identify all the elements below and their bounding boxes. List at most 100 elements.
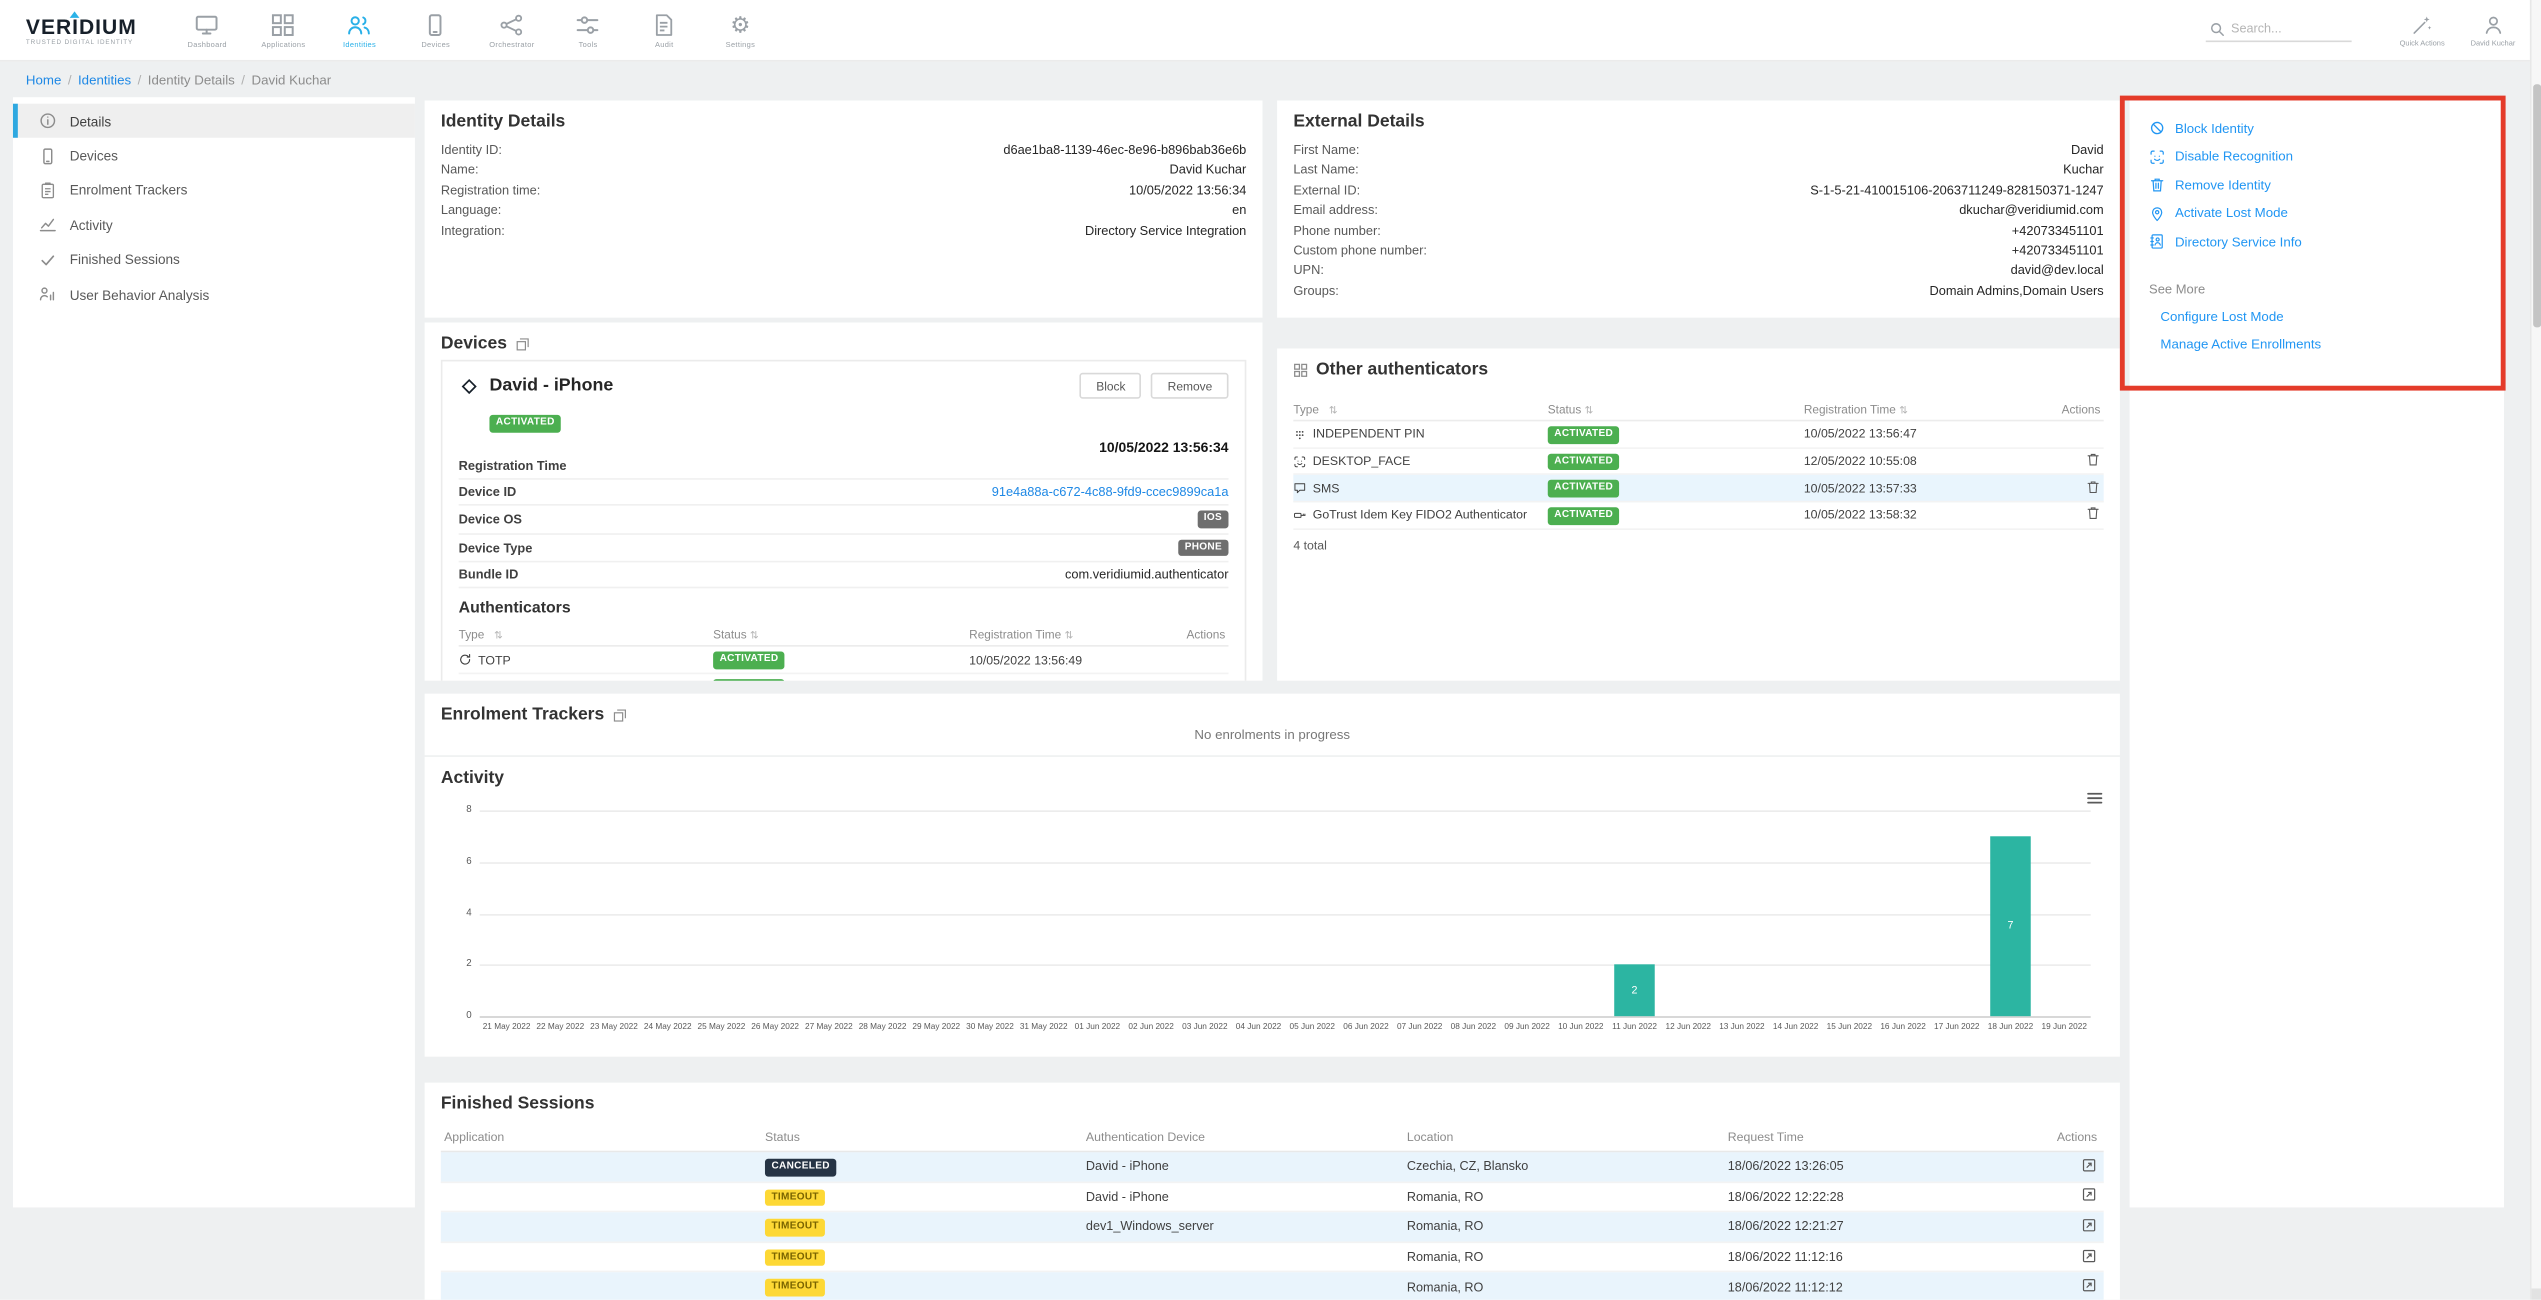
activate-lost-mode-link[interactable]: Activate Lost Mode <box>2149 205 2484 221</box>
nav-item-applications[interactable]: Applications <box>245 0 321 60</box>
external-detail-row: Email address:dkuchar@veridiumid.com <box>1293 201 2103 221</box>
x-axis-tick: 26 May 2022 <box>748 1023 802 1033</box>
search-icon[interactable] <box>2208 20 2224 36</box>
session-status-badge: TIMEOUT <box>765 1279 825 1296</box>
search-input[interactable] <box>2231 21 2348 36</box>
nav-item-identities[interactable]: Identities <box>321 0 397 60</box>
expand-icon[interactable] <box>612 707 627 722</box>
sidebar-item-activity[interactable]: Activity <box>13 208 415 243</box>
status-badge: ACTIVATED <box>1548 507 1620 524</box>
nav-label: Tools <box>579 40 598 48</box>
session-row: TIMEOUT David - iPhone Romania, RO 18/06… <box>441 1182 2104 1212</box>
sort-icon[interactable]: ⇅ <box>1585 405 1594 416</box>
device-id-link[interactable]: 91e4a88a-c672-4c88-9fd9-ccec9899ca1a <box>992 485 1229 500</box>
nav-item-settings[interactable]: ⚙ Settings <box>702 0 778 60</box>
authenticator-row: SMS ACTIVATED 10/05/2022 13:57:33 <box>1293 475 2103 502</box>
chart-menu-icon[interactable] <box>2086 789 2104 807</box>
session-detail-icon[interactable] <box>2081 1187 2097 1203</box>
tools-icon <box>576 12 600 36</box>
settings-gear-icon: ⚙ <box>730 12 750 36</box>
x-axis-tick: 21 May 2022 <box>480 1023 534 1033</box>
x-axis-tick: 03 Jun 2022 <box>1178 1023 1232 1033</box>
sidebar-item-finished-sessions[interactable]: Finished Sessions <box>13 242 415 277</box>
remove-identity-link[interactable]: Remove Identity <box>2149 177 2484 193</box>
session-status-badge: CANCELED <box>765 1159 836 1176</box>
session-row: TIMEOUT Romania, RO 18/06/2022 11:12:12 <box>441 1273 2104 1300</box>
sidebar-item-devices[interactable]: Devices <box>13 138 415 173</box>
activity-bar[interactable]: 7 <box>1990 836 2031 1016</box>
sidebar-item-details[interactable]: Details <box>13 104 415 139</box>
nav-item-dashboard[interactable]: Dashboard <box>169 0 245 60</box>
device-id-row: Device ID 91e4a88a-c672-4c88-9fd9-ccec98… <box>459 480 1229 506</box>
session-detail-icon[interactable] <box>2081 1157 2097 1173</box>
device-type-row: Device Type PHONE <box>459 534 1229 563</box>
external-detail-row: Custom phone number:+420733451101 <box>1293 242 2103 262</box>
delete-authenticator-icon[interactable] <box>2086 506 2101 521</box>
desktop-face-icon <box>1293 455 1306 468</box>
veridium-logo[interactable]: VERIDIUM TRUSTED DIGITAL IDENTITY <box>26 15 137 44</box>
nav-item-tools[interactable]: Tools <box>550 0 626 60</box>
status-badge: ACTIVATED <box>713 679 785 681</box>
sort-icon[interactable]: ⇅ <box>1329 403 1338 416</box>
session-detail-icon[interactable] <box>2081 1217 2097 1233</box>
nav-label: Dashboard <box>188 40 227 48</box>
sort-icon[interactable]: ⇅ <box>750 631 759 642</box>
finished-sessions-table: Application Status Authentication Device… <box>441 1125 2104 1300</box>
user-icon <box>2482 14 2503 35</box>
block-device-button[interactable]: Block <box>1080 373 1142 399</box>
finished-sessions-title: Finished Sessions <box>441 1094 2104 1113</box>
external-detail-row: External ID:S-1-5-21-410015106-206371124… <box>1293 181 2103 201</box>
status-badge: ACTIVATED <box>1548 426 1620 443</box>
breadcrumb-identities[interactable]: Identities <box>78 72 131 87</box>
quick-actions-button[interactable]: Quick Actions <box>2400 14 2445 46</box>
quick-actions-wand-icon <box>2412 14 2433 35</box>
trash-icon <box>2149 177 2165 193</box>
delete-authenticator-icon[interactable] <box>2086 479 2101 494</box>
session-detail-icon[interactable] <box>2081 1247 2097 1263</box>
identity-detail-row: Language:en <box>441 201 1246 221</box>
y-axis-tick: 4 <box>447 908 471 918</box>
x-axis-tick: 08 Jun 2022 <box>1447 1023 1501 1033</box>
block-identity-link[interactable]: Block Identity <box>2149 120 2484 136</box>
quick-actions-label: Quick Actions <box>2400 38 2445 46</box>
session-row: TIMEOUT dev1_Windows_server Romania, RO … <box>441 1213 2104 1243</box>
totp-icon <box>459 653 472 666</box>
nav-item-audit[interactable]: Audit <box>626 0 702 60</box>
activity-bar[interactable]: 2 <box>1614 965 1655 1016</box>
sms-icon <box>1293 482 1306 495</box>
x-axis-tick: 19 Jun 2022 <box>2037 1023 2091 1033</box>
face-recognition-icon <box>2149 148 2165 164</box>
scrollbar-thumb[interactable] <box>2533 84 2541 327</box>
sort-icon[interactable]: ⇅ <box>1899 405 1908 416</box>
user-menu[interactable]: David Kuchar <box>2471 14 2516 46</box>
x-axis-tick: 01 Jun 2022 <box>1071 1023 1125 1033</box>
x-axis-tick: 17 Jun 2022 <box>1930 1023 1984 1033</box>
configure-lost-mode-link[interactable]: Configure Lost Mode <box>2160 310 2484 325</box>
external-detail-row: UPN:david@dev.local <box>1293 262 2103 282</box>
x-axis-tick: 31 May 2022 <box>1017 1023 1071 1033</box>
sidebar-item-enrolment-trackers[interactable]: Enrolment Trackers <box>13 173 415 208</box>
delete-authenticator-icon[interactable] <box>2086 452 2101 467</box>
nav-item-orchestrator[interactable]: Orchestrator <box>474 0 550 60</box>
info-icon <box>39 112 57 130</box>
sort-icon[interactable]: ⇅ <box>494 629 503 642</box>
x-axis-tick: 25 May 2022 <box>695 1023 749 1033</box>
nav-item-devices[interactable]: Devices <box>398 0 474 60</box>
expand-icon[interactable] <box>515 336 530 351</box>
x-axis-tick: 14 Jun 2022 <box>1769 1023 1823 1033</box>
authenticator-row: INDEPENDENT PIN ACTIVATED 10/05/2022 13:… <box>1293 421 2103 448</box>
manage-active-enrollments-link[interactable]: Manage Active Enrollments <box>2160 337 2484 352</box>
disable-recognition-link[interactable]: Disable Recognition <box>2149 148 2484 164</box>
sidebar-item-user-behavior-analysis[interactable]: User Behavior Analysis <box>13 277 415 312</box>
other-authenticators-panel: Other authenticators Type⇅ Status⇅ Regis… <box>1277 348 2120 680</box>
enrolment-empty-message: No enrolments in progress <box>425 728 2120 743</box>
remove-device-button[interactable]: Remove <box>1151 373 1228 399</box>
sort-icon[interactable]: ⇅ <box>1064 631 1073 642</box>
breadcrumb-home[interactable]: Home <box>26 72 61 87</box>
session-detail-icon[interactable] <box>2081 1277 2097 1293</box>
independent-pin-icon <box>1293 428 1306 441</box>
directory-service-info-link[interactable]: Directory Service Info <box>2149 233 2484 249</box>
nav-label: Devices <box>421 40 450 48</box>
sidebar-item-label: Finished Sessions <box>70 252 180 268</box>
x-axis-tick: 15 Jun 2022 <box>1823 1023 1877 1033</box>
